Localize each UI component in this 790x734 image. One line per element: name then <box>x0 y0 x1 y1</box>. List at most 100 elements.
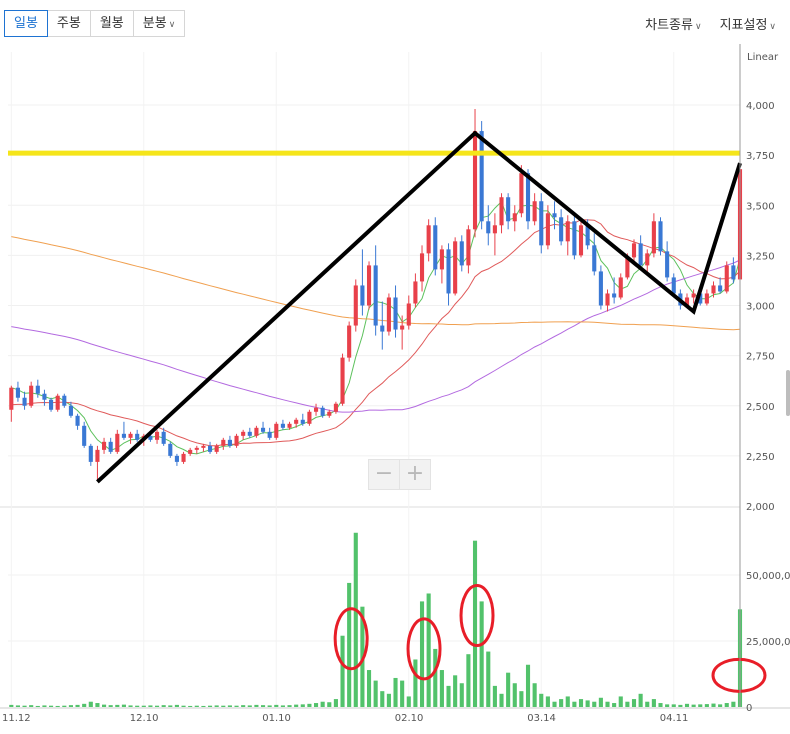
candle-body <box>373 265 378 326</box>
chevron-down-icon: ∨ <box>168 20 176 30</box>
period-daily-button[interactable]: 일봉 <box>4 10 48 37</box>
zoom-out-button[interactable]: − <box>369 460 400 489</box>
volume-bar <box>492 685 497 707</box>
candle <box>181 451 186 464</box>
candle <box>267 427 272 440</box>
candle <box>188 447 193 456</box>
candle-body <box>618 277 623 298</box>
candle-body <box>638 243 643 266</box>
candle-body <box>214 445 219 452</box>
candle <box>704 289 709 306</box>
volume-bar <box>121 704 126 707</box>
candle <box>9 385 14 422</box>
volume-bar <box>711 703 716 707</box>
zoom-in-button[interactable]: + <box>400 460 430 489</box>
candle-body <box>559 217 564 242</box>
volume-bar <box>35 705 40 707</box>
chart-type-dropdown[interactable]: 차트종류 ∨ <box>645 14 701 33</box>
volume-bar <box>684 703 690 707</box>
zoom-controls: − + <box>368 459 431 490</box>
time-tick-label: 02.10 <box>395 713 424 724</box>
candle-body <box>9 387 14 410</box>
candle-body <box>294 419 299 424</box>
volume-bar <box>532 683 537 707</box>
volume-bar <box>280 705 285 707</box>
price-tick-label: 3,000 <box>746 302 775 313</box>
candle <box>108 437 113 454</box>
volume-bar <box>506 672 511 707</box>
scrollbar-handle[interactable] <box>786 370 790 416</box>
volume-bar <box>446 685 451 707</box>
volume-bar <box>459 683 464 707</box>
candle <box>406 295 411 330</box>
volume-tick-label: 0 <box>746 703 752 714</box>
stock-chart[interactable]: Linear 4,000 3,750 3,500 3,250 3,000 2,750 2,50… <box>0 44 790 734</box>
price-tick-label: 3,500 <box>746 201 775 212</box>
volume-bar <box>618 696 623 707</box>
volume-bar <box>499 693 504 707</box>
pattern-overlay <box>8 130 767 693</box>
candle-body <box>446 249 451 294</box>
volume-bar <box>598 697 603 707</box>
candle-body <box>718 285 723 292</box>
volume-bar <box>128 705 133 707</box>
candle-body <box>565 221 570 242</box>
candle <box>539 193 544 254</box>
candle-body <box>82 425 87 446</box>
volume-bar <box>638 693 643 707</box>
candle-body <box>115 433 120 452</box>
period-monthly-button[interactable]: 월봉 <box>90 11 134 36</box>
volume-bar <box>294 704 299 707</box>
volume-bar <box>241 705 246 707</box>
candle <box>453 237 458 296</box>
volume-bar <box>347 582 352 707</box>
candle <box>380 301 385 350</box>
volume-bar <box>625 701 630 707</box>
chevron-down-icon: ∨ <box>769 22 776 32</box>
candle <box>154 429 160 444</box>
period-weekly-button[interactable]: 주봉 <box>47 11 91 36</box>
candle-body <box>433 225 438 270</box>
volume-bar <box>559 699 564 707</box>
volume-bar <box>15 705 20 707</box>
candle-body <box>313 407 319 412</box>
volume-bar <box>29 705 34 707</box>
volume-bar <box>406 696 411 707</box>
volume-bar <box>22 705 27 707</box>
volume-bar <box>62 705 67 707</box>
candle <box>545 205 550 250</box>
volume-bar <box>102 704 107 707</box>
volume-bar <box>327 702 332 707</box>
candle-body <box>413 281 418 304</box>
candle <box>439 245 444 284</box>
candle-body <box>68 405 73 416</box>
volume-bar <box>472 540 478 707</box>
candle <box>413 273 418 308</box>
volume-bar <box>413 659 418 707</box>
candle-body <box>479 131 484 222</box>
volume-bar <box>75 704 80 707</box>
volume-bar <box>572 701 577 707</box>
period-minute-button[interactable]: 분봉 ∨ <box>133 11 185 36</box>
indicator-settings-dropdown[interactable]: 지표설정 ∨ <box>720 14 776 33</box>
volume-bar <box>691 704 696 707</box>
volume-bar <box>340 635 345 707</box>
candle <box>486 205 491 246</box>
candle <box>88 443 93 466</box>
candle <box>373 245 378 336</box>
candle <box>592 233 597 276</box>
volume-bar <box>380 691 385 707</box>
candle-body <box>519 173 524 214</box>
candle-body <box>102 441 107 450</box>
volume-bar <box>612 703 617 707</box>
candle-body <box>320 407 325 416</box>
candle <box>15 381 20 402</box>
candle <box>121 421 126 440</box>
candle <box>247 427 252 438</box>
candle-body <box>380 325 385 332</box>
candle <box>433 217 438 276</box>
candle-body <box>227 439 232 446</box>
candle-body <box>506 197 511 222</box>
time-tick-label: 04.11 <box>660 713 689 724</box>
candle <box>353 279 358 332</box>
